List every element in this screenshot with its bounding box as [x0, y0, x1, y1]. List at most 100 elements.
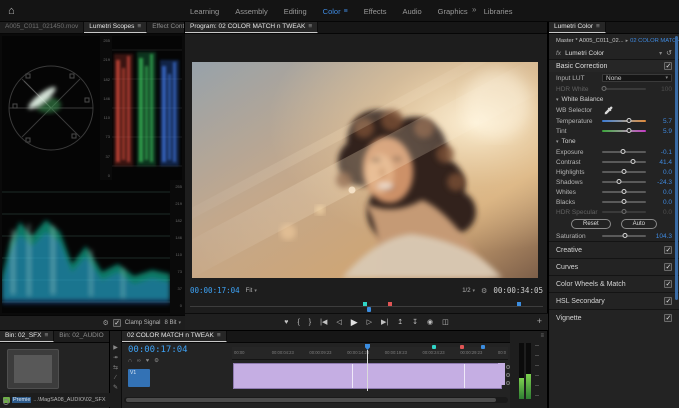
hdr-white-slider[interactable]: [602, 88, 646, 90]
section-color-wheels-match[interactable]: Color Wheels & Match: [549, 275, 679, 292]
blacks-slider-handle[interactable]: [622, 199, 627, 204]
highlights-slider[interactable]: [602, 171, 646, 173]
saturation-slider-handle[interactable]: [622, 233, 627, 238]
auto-button[interactable]: Auto: [621, 219, 657, 229]
creative-checkbox[interactable]: [664, 246, 672, 254]
button-editor-plus-icon[interactable]: +: [537, 316, 542, 326]
go-to-out-icon[interactable]: ▶|: [381, 318, 388, 326]
tint-slider-handle[interactable]: [627, 128, 632, 133]
section-basic-correction[interactable]: Basic Correction: [549, 59, 679, 72]
step-back-icon[interactable]: ◁: [336, 318, 341, 326]
panel-menu-icon[interactable]: ≡: [308, 23, 312, 30]
shadows-slider[interactable]: [602, 181, 646, 183]
scopes-tab-effect-controls[interactable]: Effect Controls: [147, 22, 184, 33]
contrast-slider[interactable]: [602, 161, 646, 163]
workspace-tab-graphics[interactable]: Graphics: [438, 7, 468, 16]
scrubber-playhead[interactable]: [367, 307, 371, 312]
timeline-scrollbar[interactable]: [124, 397, 508, 403]
panel-menu-icon[interactable]: ≡: [137, 23, 141, 30]
shadows-slider-handle[interactable]: [616, 179, 621, 184]
bit-depth-dropdown[interactable]: 8 Bit: [164, 320, 181, 326]
master-clip-label[interactable]: Master * A005_C011_02...: [556, 38, 624, 44]
tone-group[interactable]: ▾ Tone: [549, 136, 679, 147]
timeline-ruler[interactable]: 00:0000:00:04:2300:00:09:2300:00:14:2300…: [232, 347, 508, 360]
bin-tab-bin-02-audio[interactable]: Bin: 02_AUDIO: [54, 331, 109, 342]
workspace-tab-assembly[interactable]: Assembly: [235, 7, 268, 16]
snap-icon[interactable]: ∩: [128, 358, 132, 364]
basic-correction-checkbox[interactable]: [664, 62, 672, 70]
breadcrumb-path[interactable]: ...\MagSA08_AUDIO\02_SFX: [33, 397, 105, 403]
input-lut-dropdown[interactable]: None: [602, 74, 672, 82]
monitor-settings-wrench-icon[interactable]: ⚙: [481, 287, 487, 295]
video-clip-end[interactable]: [498, 363, 505, 385]
lumetri-scrollbar[interactable]: [675, 36, 678, 300]
workspace-tab-color[interactable]: Color≡: [323, 7, 348, 16]
contrast-slider-handle[interactable]: [630, 159, 635, 164]
section-vignette[interactable]: Vignette: [549, 309, 679, 326]
panel-menu-icon[interactable]: ≡: [217, 332, 221, 339]
marker-red[interactable]: [388, 302, 392, 306]
selection-tool-icon[interactable]: ▶: [113, 345, 118, 351]
playback-resolution-dropdown[interactable]: 1/2: [462, 288, 475, 294]
mark-in-icon[interactable]: {: [297, 319, 299, 326]
panel-menu-icon[interactable]: ≡: [540, 333, 544, 339]
workspace-overflow-icon[interactable]: »: [472, 5, 476, 14]
exposure-slider-handle[interactable]: [620, 149, 625, 154]
temperature-slider-handle[interactable]: [627, 118, 632, 123]
bin-item-thumbnail[interactable]: [7, 349, 59, 389]
section-creative[interactable]: Creative: [549, 241, 679, 258]
reset-button[interactable]: Reset: [571, 219, 611, 229]
track-header-v1[interactable]: V1: [128, 369, 150, 387]
section-hsl-secondary[interactable]: HSL Secondary: [549, 292, 679, 309]
saturation-slider[interactable]: [602, 235, 646, 237]
eyedropper-icon[interactable]: [604, 106, 613, 115]
marker-blue[interactable]: [517, 302, 521, 306]
lumetri-color-tab[interactable]: Lumetri Color ≡: [549, 22, 606, 33]
hdr-specular-slider[interactable]: [602, 211, 646, 213]
whites-slider[interactable]: [602, 191, 646, 193]
pen-tool-icon[interactable]: ✎: [113, 385, 118, 391]
scopes-tab-a005-c011-021450-mov[interactable]: A005_C011_021450.mov: [0, 22, 84, 33]
workspace-tab-libraries[interactable]: Libraries: [484, 7, 513, 16]
bin-tab-bin-02-sfx[interactable]: Bin: 02_SFX≡: [0, 331, 54, 342]
current-timecode[interactable]: 00:00:17:04: [190, 286, 240, 295]
section-curves[interactable]: Curves: [549, 258, 679, 275]
program-monitor-tab[interactable]: Program: 02 COLOR MATCH n TWEAK ≡: [185, 22, 318, 33]
extract-icon[interactable]: ↧: [412, 318, 418, 326]
comparison-view-icon[interactable]: ◫: [442, 318, 449, 326]
whites-slider-handle[interactable]: [622, 189, 627, 194]
chevron-down-icon[interactable]: ▾: [659, 50, 662, 57]
add-marker-icon[interactable]: ♥: [284, 319, 288, 326]
breadcrumb-selected[interactable]: Premie: [12, 397, 31, 403]
temperature-slider[interactable]: [602, 120, 646, 122]
track-select-tool-icon[interactable]: ↠: [113, 355, 118, 361]
timeline-settings-icon[interactable]: ⚙: [154, 358, 159, 364]
highlights-slider-handle[interactable]: [622, 169, 627, 174]
monitor-scrubber[interactable]: [190, 301, 543, 313]
color-wheels-match-checkbox[interactable]: [664, 280, 672, 288]
workspace-tab-learning[interactable]: Learning: [190, 7, 219, 16]
lift-icon[interactable]: ↥: [397, 318, 403, 326]
timeline-scrollbar-thumb[interactable]: [126, 398, 496, 402]
reset-effect-icon[interactable]: ↺: [666, 49, 672, 57]
hdr-specular-slider-handle[interactable]: [622, 209, 627, 214]
exposure-slider[interactable]: [602, 151, 646, 153]
hsl-secondary-checkbox[interactable]: [664, 297, 672, 305]
sequence-marker-red[interactable]: [460, 345, 464, 349]
workspace-tab-audio[interactable]: Audio: [402, 7, 421, 16]
clamp-signal-checkbox[interactable]: [113, 319, 121, 327]
workspace-tab-editing[interactable]: Editing: [284, 7, 307, 16]
mark-out-icon[interactable]: }: [309, 319, 311, 326]
sequence-marker-blue[interactable]: [481, 345, 485, 349]
white-balance-group[interactable]: ▾ White Balance: [549, 94, 679, 105]
export-frame-icon[interactable]: ◉: [427, 318, 433, 326]
timeline-timecode[interactable]: 00:00:17:04: [128, 345, 188, 355]
step-forward-icon[interactable]: ▷: [367, 318, 372, 326]
go-to-in-icon[interactable]: |◀: [320, 318, 327, 326]
sequence-name-label[interactable]: 02 COLOR MATCH n T...: [630, 38, 679, 44]
scopes-tab-lumetri-scopes[interactable]: Lumetri Scopes≡: [84, 22, 147, 33]
panel-menu-icon[interactable]: ≡: [596, 23, 600, 30]
workspace-menu-icon[interactable]: ≡: [344, 8, 348, 15]
hdr-white-slider-handle[interactable]: [602, 86, 607, 91]
home-icon[interactable]: ⌂: [8, 5, 15, 17]
